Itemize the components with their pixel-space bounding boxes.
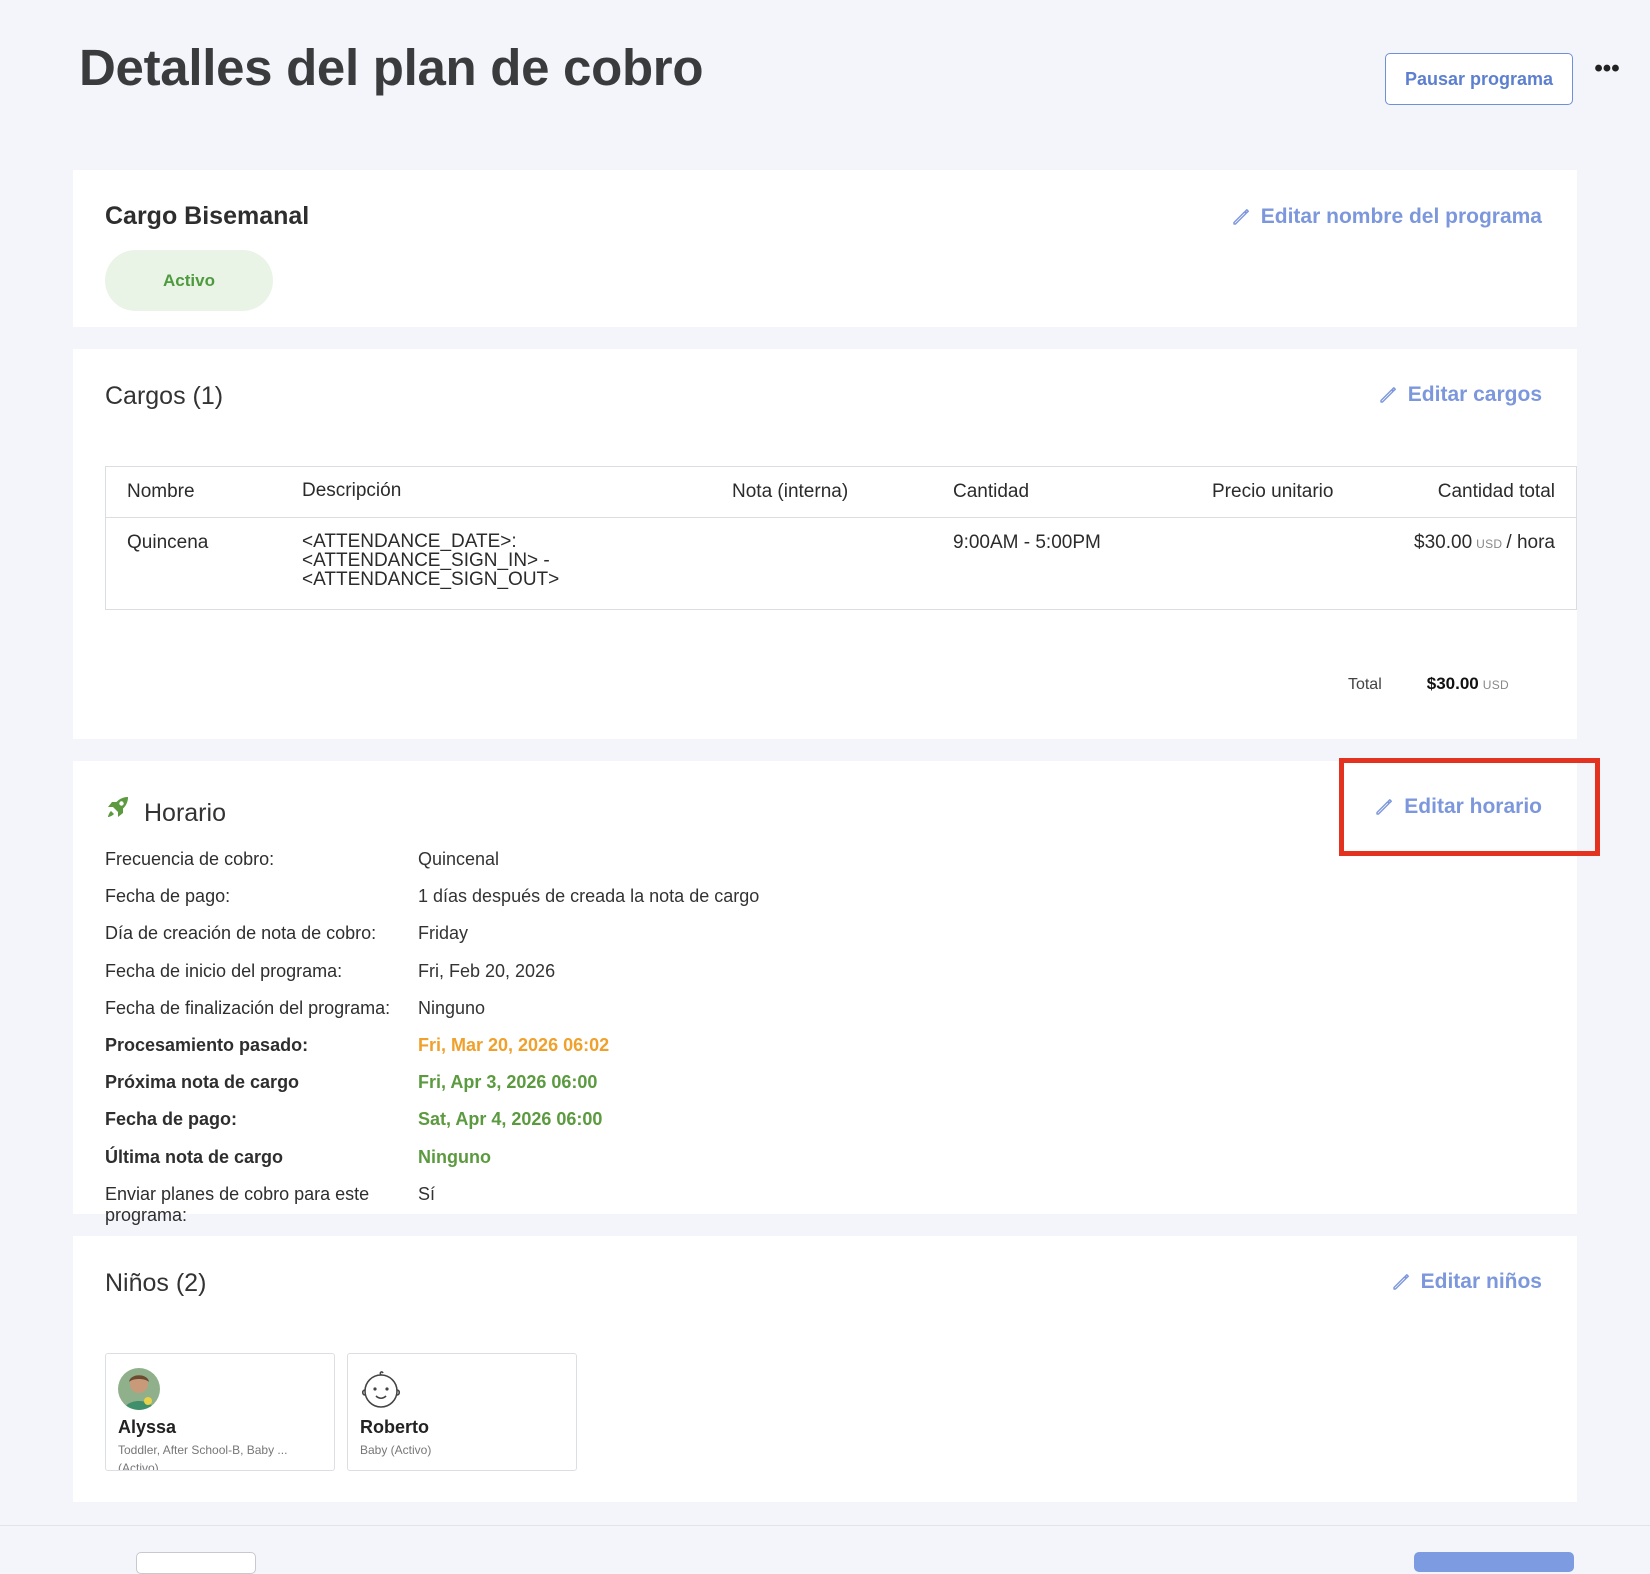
next-payment-date-value: Sat, Apr 4, 2026 06:00: [418, 1109, 603, 1130]
billing-frequency-value: Quincenal: [418, 849, 500, 869]
child-groups: Toddler, After School-B, Baby ... (Activ…: [118, 1441, 318, 1471]
program-end-date-label: Fecha de finalización del programa:: [105, 997, 391, 1018]
charge-description-line: <ATTENDANCE_SIGN_IN> -: [302, 550, 550, 571]
total-amount: $30.00: [1426, 674, 1479, 693]
charge-name: Quincena: [127, 532, 209, 553]
plan-name-card: Cargo Bisemanal Activo Editar nombre del…: [73, 170, 1577, 327]
charges-total-row: Total $30.00 USD: [1348, 674, 1513, 694]
schedule-row: Fecha de finalización del programa: Ning…: [105, 998, 1005, 1035]
child-groups-text: Toddler, After School-B, Baby ...: [118, 1443, 288, 1457]
next-invoice-value: Fri, Apr 3, 2026 06:00: [418, 1072, 598, 1093]
column-header-nota: Nota (interna): [732, 481, 849, 502]
past-processing-label: Procesamiento pasado:: [105, 1034, 309, 1055]
payment-date-value: 1 días después de creada la nota de carg…: [418, 886, 760, 907]
next-invoice-label: Próxima nota de cargo: [105, 1072, 300, 1093]
table-row: Quincena <ATTENDANCE_DATE>: <ATTENDANCE_…: [106, 518, 1576, 609]
avatar: [360, 1368, 402, 1410]
charge-total-currency: USD: [1476, 537, 1503, 551]
total-label: Total: [1347, 676, 1382, 693]
schedule-row: Fecha de pago: Sat, Apr 4, 2026 06:00: [105, 1109, 1005, 1146]
schedule-row: Próxima nota de cargo Fri, Apr 3, 2026 0…: [105, 1072, 1005, 1109]
invoice-creation-day-label: Día de creación de nota de cobro:: [105, 923, 377, 944]
avatar: [118, 1368, 160, 1410]
charge-quantity: 9:00AM - 5:00PM: [953, 532, 1101, 553]
edit-charges-link[interactable]: Editar cargos: [1378, 383, 1542, 407]
schedule-details: Frecuencia de cobro: Quincenal Fecha de …: [105, 849, 1005, 1225]
pencil-icon: [1380, 387, 1396, 403]
past-processing-value: Fri, Mar 20, 2026 06:02: [418, 1034, 610, 1055]
program-end-date-value: Ninguno: [418, 997, 486, 1018]
edit-charges-label: Editar cargos: [1407, 383, 1542, 406]
baby-icon: [361, 1371, 401, 1408]
payment-date-label: Fecha de pago:: [105, 886, 231, 907]
schedule-title: Horario: [144, 799, 226, 827]
edit-program-name-link[interactable]: Editar nombre del programa: [1231, 205, 1542, 229]
program-start-date-label: Fecha de inicio del programa:: [105, 960, 343, 981]
schedule-row: Fecha de pago: 1 días después de creada …: [105, 886, 1005, 923]
billing-frequency-label: Frecuencia de cobro:: [105, 849, 275, 869]
child-status: (Activo): [118, 1461, 159, 1471]
edit-children-link[interactable]: Editar niños: [1391, 1270, 1542, 1294]
child-card[interactable]: Alyssa Toddler, After School-B, Baby ...…: [105, 1353, 335, 1471]
footer-primary-button[interactable]: [1414, 1552, 1574, 1572]
schedule-row: Frecuencia de cobro: Quincenal: [105, 849, 1005, 886]
program-start-date-value: Fri, Feb 20, 2026: [418, 960, 556, 981]
schedule-row: Día de creación de nota de cobro: Friday: [105, 923, 1005, 960]
schedule-row: Fecha de inicio del programa: Fri, Feb 2…: [105, 961, 1005, 998]
charge-total-unit: / hora: [1506, 532, 1555, 553]
charges-title: Cargos (1): [105, 382, 224, 410]
child-photo-icon: [118, 1368, 160, 1410]
last-invoice-label: Última nota de cargo: [105, 1146, 284, 1167]
children-card: Niños (2) Editar niños Alyssa Toddler, A…: [73, 1236, 1577, 1502]
charge-description-line: <ATTENDANCE_SIGN_OUT>: [302, 569, 560, 590]
plan-name: Cargo Bisemanal: [105, 202, 310, 230]
child-groups: Baby (Activo): [360, 1441, 560, 1459]
edit-program-name-label: Editar nombre del programa: [1260, 205, 1542, 228]
column-header-descripcion: Descripción: [302, 480, 402, 501]
rocket-icon: [108, 797, 128, 817]
children-title: Niños (2): [105, 1269, 207, 1297]
child-card[interactable]: Roberto Baby (Activo): [347, 1353, 577, 1471]
last-invoice-value: Ninguno: [418, 1146, 491, 1167]
table-header: Nombre Descripción Nota (interna) Cantid…: [106, 467, 1576, 518]
more-options-icon[interactable]: •••: [1592, 54, 1622, 84]
column-header-precio-unitario: Precio unitario: [1212, 481, 1334, 502]
footer-divider: [0, 1525, 1650, 1526]
child-name: Alyssa: [118, 1417, 177, 1437]
footer-secondary-button[interactable]: [136, 1552, 256, 1574]
charges-table: Nombre Descripción Nota (interna) Cantid…: [105, 466, 1577, 610]
pause-program-button[interactable]: Pausar programa: [1385, 53, 1573, 105]
charge-description: <ATTENDANCE_DATE>: <ATTENDANCE_SIGN_IN> …: [302, 532, 602, 589]
send-billing-plans-value: Sí: [418, 1183, 436, 1204]
edit-children-label: Editar niños: [1420, 1270, 1542, 1293]
child-groups-text: Baby (Activo): [360, 1443, 432, 1457]
highlight-box: [1339, 758, 1600, 856]
charges-card: Cargos (1) Editar cargos Nombre Descripc…: [73, 349, 1577, 739]
invoice-creation-day-value: Friday: [418, 923, 469, 944]
schedule-row: Última nota de cargo Ninguno: [105, 1147, 1005, 1184]
charge-total: $30.00 USD / hora: [1414, 532, 1555, 554]
pencil-icon: [1392, 1274, 1409, 1290]
next-payment-date-label: Fecha de pago:: [105, 1109, 238, 1130]
charge-description-line: <ATTENDANCE_DATE>:: [302, 531, 517, 552]
charge-total-amount: $30.00: [1414, 532, 1473, 553]
total-currency: USD: [1482, 678, 1509, 692]
schedule-row: Enviar planes de cobro para este program…: [105, 1183, 1005, 1225]
column-header-cantidad-total: Cantidad total: [1437, 481, 1555, 502]
child-name: Roberto: [360, 1417, 429, 1437]
schedule-row: Procesamiento pasado: Fri, Mar 20, 2026 …: [105, 1035, 1005, 1072]
column-header-nombre: Nombre: [127, 481, 195, 502]
pencil-icon: [1233, 209, 1249, 225]
page-title: Detalles del plan de cobro: [79, 39, 704, 96]
status-badge: Activo: [105, 250, 273, 311]
send-billing-plans-label: Enviar planes de cobro para este program…: [105, 1183, 370, 1225]
column-header-cantidad: Cantidad: [953, 481, 1030, 502]
